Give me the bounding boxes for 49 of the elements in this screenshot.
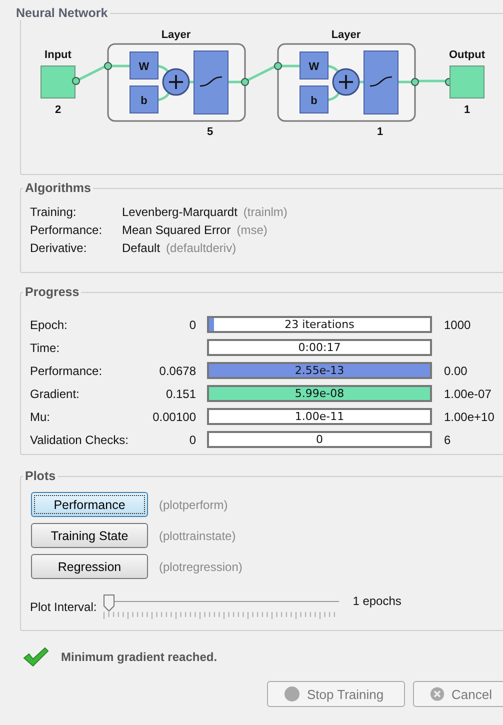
panel-title: Algorithms	[24, 181, 92, 195]
progress-reading: 0:00:17	[297, 341, 342, 354]
panel-title: Progress	[24, 285, 80, 299]
algorithm-value: Levenberg-Marquardt	[122, 205, 238, 219]
plot-button[interactable]: Regression	[31, 554, 148, 579]
progress-reading: 23 iterations	[284, 318, 356, 331]
algorithm-label: Training:	[30, 205, 78, 219]
start-value: 0.00100	[152, 410, 196, 424]
panel-title: Plots	[24, 469, 57, 483]
progress-reading: 1.00e-11	[294, 410, 346, 423]
progress-reading: 2.55e-13	[294, 364, 346, 377]
progress-label: Time:	[30, 340, 61, 354]
progress-label: Epoch:	[30, 318, 68, 332]
network-diagram-drawing: Input 2 Layer W b 5 Layer W b 1 Output 1	[20, 20, 503, 145]
target-value: 1.00e-07	[444, 386, 492, 400]
close-icon	[430, 686, 445, 702]
interval-slider[interactable]	[102, 594, 339, 612]
interval-reading: 1 epochs	[352, 594, 402, 608]
target-value: 0.00	[444, 364, 468, 378]
progress-label: Mu:	[30, 410, 52, 424]
start-value: 0.151	[166, 386, 196, 400]
function-name: (plottrainstate)	[159, 528, 236, 542]
function-name: (plotperform)	[159, 498, 228, 512]
target-value: 1.00e+10	[444, 410, 494, 424]
start-value: 0	[189, 318, 196, 332]
plot-button[interactable]: Training State	[31, 523, 148, 548]
interval-label: Plot Interval:	[30, 600, 97, 614]
progress-label: Gradient:	[30, 386, 80, 400]
function-name: (plotregression)	[159, 560, 242, 574]
function-name: (defaultderiv)	[166, 241, 236, 255]
checkmark-icon	[23, 647, 49, 667]
algorithm-value: Default	[122, 241, 160, 255]
algorithm-label: Performance:	[30, 223, 104, 237]
status-message: Minimum gradient reached.	[61, 650, 218, 664]
start-value: 0.0678	[159, 364, 196, 378]
panel-title: Neural Network	[15, 6, 109, 20]
progress-reading: 0	[315, 433, 324, 446]
algorithm-label: Derivative:	[30, 241, 88, 255]
slider-thumb[interactable]	[102, 594, 115, 612]
function-name: (trainlm)	[243, 205, 288, 219]
target-value: 1000	[444, 318, 471, 332]
function-name: (mse)	[236, 223, 268, 237]
plot-button[interactable]: Performance	[31, 492, 148, 517]
start-value: 0	[189, 432, 196, 446]
progress-label: Validation Checks:	[30, 432, 130, 446]
progress-label: Performance:	[30, 364, 104, 378]
target-value: 6	[444, 432, 451, 446]
progress-reading: 5.99e-08	[294, 387, 346, 400]
algorithm-value: Mean Squared Error	[122, 223, 231, 237]
